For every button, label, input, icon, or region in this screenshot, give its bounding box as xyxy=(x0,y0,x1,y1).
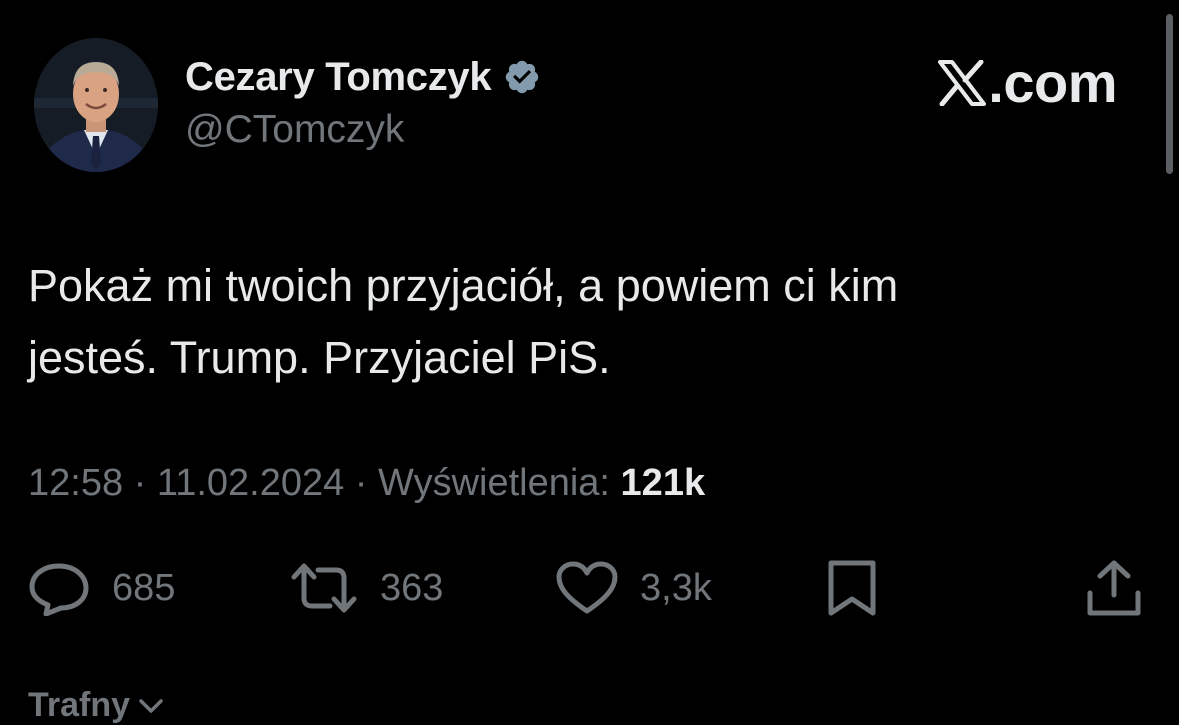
tweet-date[interactable]: 11.02.2024 xyxy=(157,462,344,504)
like-count: 3,3k xyxy=(640,566,712,609)
avatar[interactable] xyxy=(34,38,158,172)
tweet-time[interactable]: 12:58 xyxy=(28,462,123,504)
sort-label: Trafny xyxy=(28,686,131,724)
reply-button[interactable]: 685 xyxy=(28,556,175,620)
like-button[interactable]: 3,3k xyxy=(556,556,712,620)
views-count[interactable]: 121k xyxy=(621,462,706,504)
reply-sort-dropdown[interactable]: Trafny xyxy=(28,686,164,725)
action-bar: 685 363 3,3k xyxy=(0,556,1179,620)
brand-watermark: .com xyxy=(938,50,1117,115)
reply-icon xyxy=(29,563,89,616)
retweet-count: 363 xyxy=(380,566,444,609)
scrollbar[interactable] xyxy=(1166,14,1173,174)
author-handle[interactable]: @CTomczyk xyxy=(185,108,404,152)
retweet-button[interactable]: 363 xyxy=(290,556,443,620)
views-label: Wyświetlenia: xyxy=(378,462,621,504)
reply-count: 685 xyxy=(112,566,176,609)
profile-photo xyxy=(34,38,158,172)
heart-icon xyxy=(556,561,618,614)
share-button[interactable] xyxy=(1086,556,1142,620)
tweet-card: Cezary Tomczyk @CTomczyk .com Pokaż mi t… xyxy=(0,0,1179,724)
tweet-meta: 12:58 · 11.02.2024 · Wyświetlenia: 121k xyxy=(28,462,705,505)
brand-text: .com xyxy=(988,51,1117,114)
x-logo-icon xyxy=(938,59,987,106)
share-icon xyxy=(1087,560,1141,616)
retweet-icon xyxy=(291,563,357,613)
author-name[interactable]: Cezary Tomczyk xyxy=(185,55,492,100)
verified-badge-icon[interactable] xyxy=(503,58,541,96)
bookmark-icon xyxy=(828,560,876,616)
tweet-text: Pokaż mi twoich przyjaciół, a powiem ci … xyxy=(28,260,899,383)
meta-separator: · xyxy=(123,462,157,504)
bookmark-button[interactable] xyxy=(826,556,878,620)
author-name-row: Cezary Tomczyk xyxy=(185,54,541,100)
chevron-down-icon xyxy=(139,698,163,713)
meta-separator: · xyxy=(344,462,379,504)
